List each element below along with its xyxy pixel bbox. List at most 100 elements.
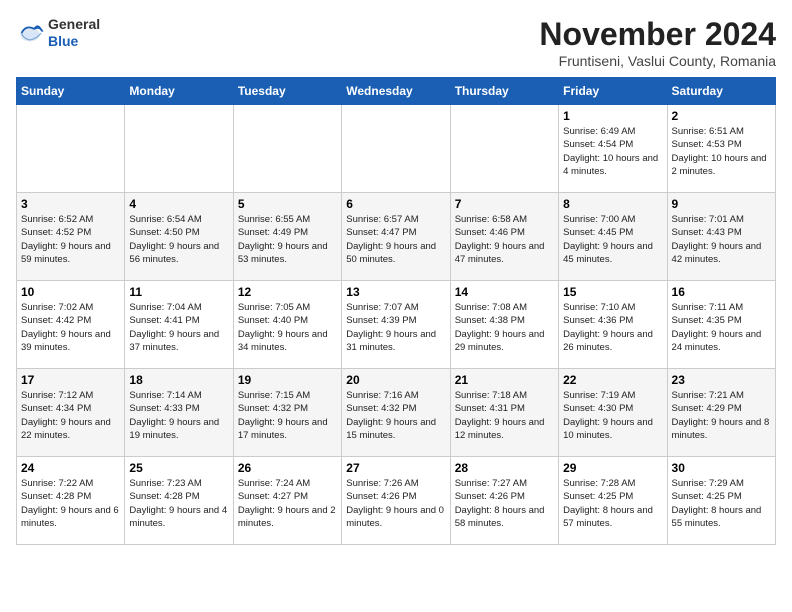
day-info: Sunrise: 7:28 AM Sunset: 4:25 PM Dayligh… xyxy=(563,477,662,530)
day-number: 19 xyxy=(238,373,337,387)
day-number: 28 xyxy=(455,461,554,475)
calendar-table: SundayMondayTuesdayWednesdayThursdayFrid… xyxy=(16,77,776,545)
calendar-cell: 16Sunrise: 7:11 AM Sunset: 4:35 PM Dayli… xyxy=(667,281,775,369)
weekday-header: Saturday xyxy=(667,78,775,105)
calendar-cell: 25 Sunrise: 7:23 AM Sunset: 4:28 PM Dayli… xyxy=(125,457,233,545)
day-number: 6 xyxy=(346,197,445,211)
day-number: 11 xyxy=(129,285,228,299)
calendar-cell: 21Sunrise: 7:18 AM Sunset: 4:31 PM Dayli… xyxy=(450,369,558,457)
day-number: 9 xyxy=(672,197,771,211)
header-row: SundayMondayTuesdayWednesdayThursdayFrid… xyxy=(17,78,776,105)
day-info: Sunrise: 6:49 AM Sunset: 4:54 PM Dayligh… xyxy=(563,125,662,178)
day-info: Sunrise: 7:05 AM Sunset: 4:40 PM Dayligh… xyxy=(238,301,337,354)
calendar-cell: 19 Sunrise: 7:15 AM Sunset: 4:32 PM Dayli… xyxy=(233,369,341,457)
calendar-cell: 10Sunrise: 7:02 AM Sunset: 4:42 PM Dayli… xyxy=(17,281,125,369)
day-info: Sunrise: 7:29 AM Sunset: 4:25 PM Dayligh… xyxy=(672,477,771,530)
day-info: Sunrise: 7:12 AM Sunset: 4:34 PM Dayligh… xyxy=(21,389,120,442)
day-number: 24 xyxy=(21,461,120,475)
calendar-cell: 1 Sunrise: 6:49 AM Sunset: 4:54 PM Daylig… xyxy=(559,105,667,193)
calendar-row: 3 Sunrise: 6:52 AM Sunset: 4:52 PM Daylig… xyxy=(17,193,776,281)
day-number: 13 xyxy=(346,285,445,299)
calendar-row: 24 Sunrise: 7:22 AM Sunset: 4:28 PM Dayli… xyxy=(17,457,776,545)
day-number: 20 xyxy=(346,373,445,387)
logo-general: General xyxy=(48,16,100,32)
weekday-header: Tuesday xyxy=(233,78,341,105)
logo-text: General Blue xyxy=(48,16,100,50)
day-number: 1 xyxy=(563,109,662,123)
logo-blue: Blue xyxy=(48,33,78,49)
calendar-cell: 12 Sunrise: 7:05 AM Sunset: 4:40 PM Dayli… xyxy=(233,281,341,369)
page-header: General Blue November 2024 Fruntiseni, V… xyxy=(16,16,776,69)
location: Fruntiseni, Vaslui County, Romania xyxy=(539,53,776,69)
day-info: Sunrise: 7:23 AM Sunset: 4:28 PM Dayligh… xyxy=(129,477,228,530)
calendar-cell: 5Sunrise: 6:55 AM Sunset: 4:49 PM Daylig… xyxy=(233,193,341,281)
day-info: Sunrise: 6:57 AM Sunset: 4:47 PM Dayligh… xyxy=(346,213,445,266)
weekday-header: Thursday xyxy=(450,78,558,105)
calendar-cell: 28Sunrise: 7:27 AM Sunset: 4:26 PM Dayli… xyxy=(450,457,558,545)
day-number: 12 xyxy=(238,285,337,299)
day-info: Sunrise: 7:15 AM Sunset: 4:32 PM Dayligh… xyxy=(238,389,337,442)
calendar-header: SundayMondayTuesdayWednesdayThursdayFrid… xyxy=(17,78,776,105)
day-number: 23 xyxy=(672,373,771,387)
day-info: Sunrise: 7:24 AM Sunset: 4:27 PM Dayligh… xyxy=(238,477,337,530)
weekday-header: Friday xyxy=(559,78,667,105)
day-info: Sunrise: 7:07 AM Sunset: 4:39 PM Dayligh… xyxy=(346,301,445,354)
day-info: Sunrise: 7:14 AM Sunset: 4:33 PM Dayligh… xyxy=(129,389,228,442)
calendar-row: 10Sunrise: 7:02 AM Sunset: 4:42 PM Dayli… xyxy=(17,281,776,369)
calendar-cell: 29Sunrise: 7:28 AM Sunset: 4:25 PM Dayli… xyxy=(559,457,667,545)
logo-icon xyxy=(16,19,44,47)
day-number: 4 xyxy=(129,197,228,211)
day-number: 5 xyxy=(238,197,337,211)
calendar-cell: 18 Sunrise: 7:14 AM Sunset: 4:33 PM Dayli… xyxy=(125,369,233,457)
calendar-cell: 14Sunrise: 7:08 AM Sunset: 4:38 PM Dayli… xyxy=(450,281,558,369)
calendar-cell: 27 Sunrise: 7:26 AM Sunset: 4:26 PM Dayli… xyxy=(342,457,450,545)
calendar-cell: 26Sunrise: 7:24 AM Sunset: 4:27 PM Dayli… xyxy=(233,457,341,545)
calendar-cell: 11 Sunrise: 7:04 AM Sunset: 4:41 PM Dayli… xyxy=(125,281,233,369)
day-info: Sunrise: 6:54 AM Sunset: 4:50 PM Dayligh… xyxy=(129,213,228,266)
calendar-cell: 15Sunrise: 7:10 AM Sunset: 4:36 PM Dayli… xyxy=(559,281,667,369)
calendar-cell: 30 Sunrise: 7:29 AM Sunset: 4:25 PM Dayli… xyxy=(667,457,775,545)
weekday-header: Wednesday xyxy=(342,78,450,105)
month-title: November 2024 xyxy=(539,16,776,53)
calendar-cell: 9 Sunrise: 7:01 AM Sunset: 4:43 PM Daylig… xyxy=(667,193,775,281)
calendar-cell xyxy=(125,105,233,193)
calendar-cell xyxy=(450,105,558,193)
day-number: 27 xyxy=(346,461,445,475)
day-info: Sunrise: 7:22 AM Sunset: 4:28 PM Dayligh… xyxy=(21,477,120,530)
day-info: Sunrise: 6:51 AM Sunset: 4:53 PM Dayligh… xyxy=(672,125,771,178)
day-info: Sunrise: 7:18 AM Sunset: 4:31 PM Dayligh… xyxy=(455,389,554,442)
title-block: November 2024 Fruntiseni, Vaslui County,… xyxy=(539,16,776,69)
calendar-cell: 6 Sunrise: 6:57 AM Sunset: 4:47 PM Daylig… xyxy=(342,193,450,281)
day-info: Sunrise: 7:04 AM Sunset: 4:41 PM Dayligh… xyxy=(129,301,228,354)
day-info: Sunrise: 7:16 AM Sunset: 4:32 PM Dayligh… xyxy=(346,389,445,442)
day-number: 25 xyxy=(129,461,228,475)
day-info: Sunrise: 7:26 AM Sunset: 4:26 PM Dayligh… xyxy=(346,477,445,530)
day-number: 22 xyxy=(563,373,662,387)
day-number: 7 xyxy=(455,197,554,211)
logo: General Blue xyxy=(16,16,100,50)
day-info: Sunrise: 7:19 AM Sunset: 4:30 PM Dayligh… xyxy=(563,389,662,442)
day-info: Sunrise: 7:00 AM Sunset: 4:45 PM Dayligh… xyxy=(563,213,662,266)
calendar-cell: 23 Sunrise: 7:21 AM Sunset: 4:29 PM Dayli… xyxy=(667,369,775,457)
calendar-cell: 2 Sunrise: 6:51 AM Sunset: 4:53 PM Daylig… xyxy=(667,105,775,193)
calendar-cell: 17Sunrise: 7:12 AM Sunset: 4:34 PM Dayli… xyxy=(17,369,125,457)
day-number: 30 xyxy=(672,461,771,475)
day-number: 16 xyxy=(672,285,771,299)
calendar-cell: 4 Sunrise: 6:54 AM Sunset: 4:50 PM Daylig… xyxy=(125,193,233,281)
day-info: Sunrise: 6:52 AM Sunset: 4:52 PM Dayligh… xyxy=(21,213,120,266)
calendar-cell: 13 Sunrise: 7:07 AM Sunset: 4:39 PM Dayli… xyxy=(342,281,450,369)
calendar-cell: 24 Sunrise: 7:22 AM Sunset: 4:28 PM Dayli… xyxy=(17,457,125,545)
day-info: Sunrise: 7:01 AM Sunset: 4:43 PM Dayligh… xyxy=(672,213,771,266)
day-number: 2 xyxy=(672,109,771,123)
calendar-cell: 8 Sunrise: 7:00 AM Sunset: 4:45 PM Daylig… xyxy=(559,193,667,281)
calendar-cell: 3 Sunrise: 6:52 AM Sunset: 4:52 PM Daylig… xyxy=(17,193,125,281)
day-number: 10 xyxy=(21,285,120,299)
weekday-header: Sunday xyxy=(17,78,125,105)
day-number: 15 xyxy=(563,285,662,299)
calendar-cell xyxy=(17,105,125,193)
calendar-cell: 22 Sunrise: 7:19 AM Sunset: 4:30 PM Dayli… xyxy=(559,369,667,457)
day-info: Sunrise: 7:21 AM Sunset: 4:29 PM Dayligh… xyxy=(672,389,771,442)
day-number: 8 xyxy=(563,197,662,211)
day-number: 18 xyxy=(129,373,228,387)
day-number: 3 xyxy=(21,197,120,211)
